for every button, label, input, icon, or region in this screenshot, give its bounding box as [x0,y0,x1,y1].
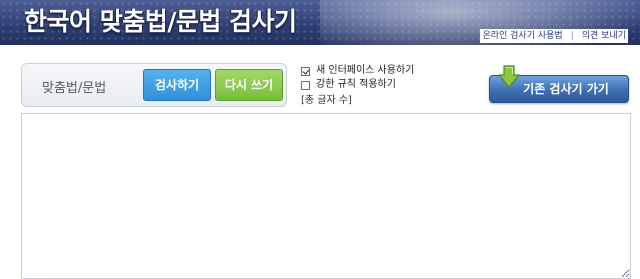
spellcheck-label: 맞춤법/문법 [42,81,107,96]
toolbar: 맞춤법/문법 검사하기 다시 쓰기 [21,63,287,107]
green-down-arrow-icon [498,65,520,88]
new-interface-checkbox[interactable] [301,66,310,76]
new-interface-label: 새 인터페이스 사용하기 [316,65,415,76]
check-button[interactable]: 검사하기 [143,69,211,101]
char-count: [총 글자 수] [301,95,352,106]
option-strong-rules[interactable]: 강한 규칙 적용하기 [301,78,414,92]
top-links: 온라인 검사기 사용법 | 의견 보내기 [480,29,628,43]
link-usage-guide[interactable]: 온라인 검사기 사용법 [482,31,562,41]
old-checker-label: 기존 검사기 가기 [523,82,609,96]
reset-button[interactable]: 다시 쓰기 [215,69,283,101]
link-feedback[interactable]: 의견 보내기 [582,31,626,41]
option-new-interface[interactable]: 새 인터페이스 사용하기 [301,64,414,78]
link-separator: | [570,31,574,41]
options-panel: 새 인터페이스 사용하기 강한 규칙 적용하기 [총 글자 수] [301,64,414,108]
strong-rules-checkbox[interactable] [301,80,310,90]
text-editor[interactable] [21,113,631,279]
strong-rules-label: 강한 규칙 적용하기 [316,79,396,90]
logo[interactable]: 한국어 맞춤법/문법 검사기 [24,5,297,39]
